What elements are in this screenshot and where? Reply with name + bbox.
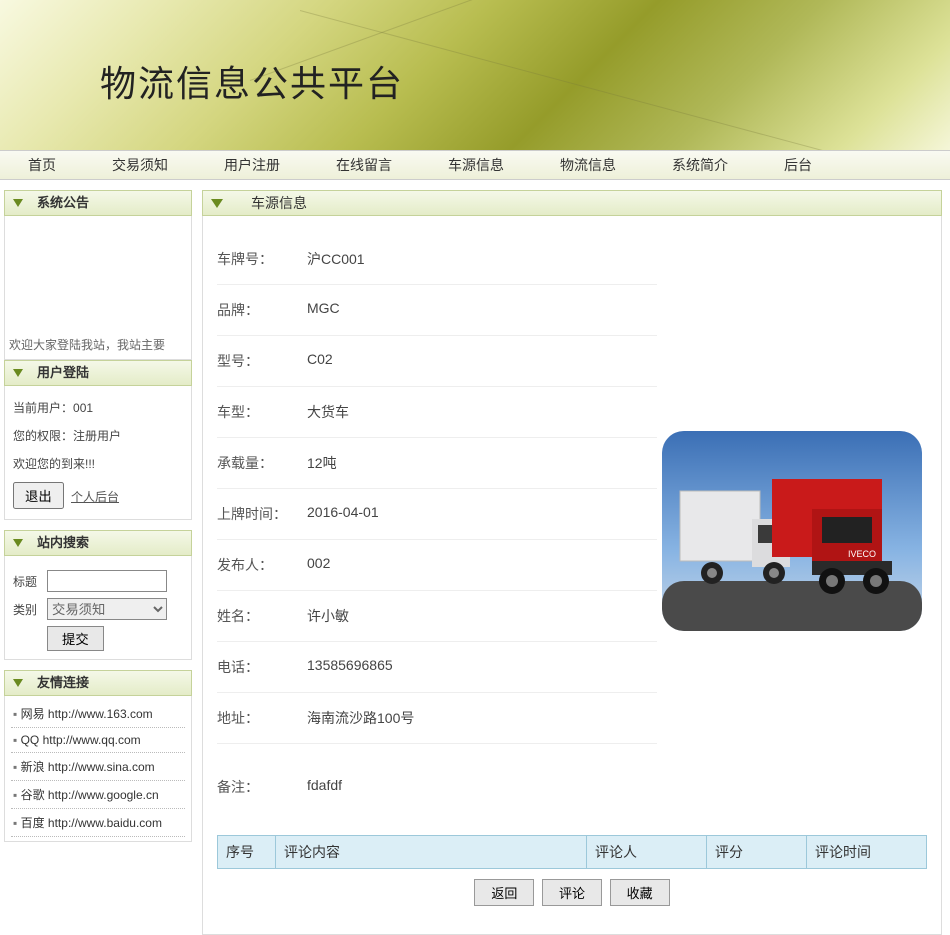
detail-label: 品牌： <box>217 300 307 320</box>
detail-label: 上牌时间： <box>217 504 307 524</box>
friend-link[interactable]: 百度 http://www.baidu.com <box>21 816 162 830</box>
search-submit-button[interactable]: 提交 <box>47 626 104 651</box>
detail-label: 地址： <box>217 708 307 728</box>
role-row: 您的权限：注册用户 <box>13 422 183 450</box>
truck-icon: IVECO <box>662 431 922 631</box>
detail-value: 2016-04-01 <box>307 504 379 524</box>
nav-trade-notes[interactable]: 交易须知 <box>84 155 196 175</box>
search-cat-label: 类别 <box>13 601 47 618</box>
nav-backend[interactable]: 后台 <box>756 155 840 175</box>
search-panel: 标题 类别 交易须知 提交 <box>4 556 192 660</box>
search-cat-select[interactable]: 交易须知 <box>47 598 167 620</box>
detail-value: 海南流沙路100号 <box>307 708 414 728</box>
triangle-down-icon <box>13 369 23 377</box>
triangle-down-icon <box>211 199 223 208</box>
friend-link[interactable]: 谷歌 http://www.google.cn <box>21 788 159 802</box>
search-title-label: 标题 <box>13 573 47 590</box>
login-title: 用户登陆 <box>37 360 89 386</box>
logout-button[interactable]: 退出 <box>13 482 64 509</box>
links-header: 友情连接 <box>4 670 192 696</box>
comments-table: 序号 评论内容 评论人 评分 评论时间 <box>217 835 927 869</box>
panel-title: 车源信息 <box>251 190 307 216</box>
friend-link[interactable]: QQ http://www.qq.com <box>21 733 141 747</box>
detail-label: 电话： <box>217 657 307 677</box>
friend-links-list: 网易 http://www.163.com QQ http://www.qq.c… <box>11 700 185 837</box>
role-value: 注册用户 <box>73 429 121 443</box>
detail-value: 12吨 <box>307 453 337 473</box>
detail-value: C02 <box>307 351 333 371</box>
panel-header: 车源信息 <box>202 190 942 216</box>
detail-label: 发布人： <box>217 555 307 575</box>
detail-label: 车牌号： <box>217 249 307 269</box>
current-user-value: 001 <box>73 401 93 415</box>
search-header: 站内搜索 <box>4 530 192 556</box>
detail-value: 13585696865 <box>307 657 393 677</box>
nav-system-intro[interactable]: 系统简介 <box>644 155 756 175</box>
detail-label: 车型： <box>217 402 307 422</box>
greeting: 欢迎您的到来!!! <box>13 450 183 478</box>
detail-value: 002 <box>307 555 330 575</box>
personal-backend-link[interactable]: 个人后台 <box>71 490 119 504</box>
triangle-down-icon <box>13 679 23 687</box>
detail-value: 沪CC001 <box>307 249 365 269</box>
site-title: 物流信息公共平台 <box>100 55 404 107</box>
nav-home[interactable]: 首页 <box>10 155 84 175</box>
search-title: 站内搜索 <box>37 530 89 556</box>
detail-value: 许小敏 <box>307 606 349 626</box>
col-seq: 序号 <box>218 836 276 869</box>
detail-label: 姓名： <box>217 606 307 626</box>
announce-title: 系统公告 <box>37 190 89 216</box>
col-content: 评论内容 <box>276 836 587 869</box>
col-score: 评分 <box>707 836 807 869</box>
links-title: 友情连接 <box>37 670 89 696</box>
col-time: 评论时间 <box>807 836 927 869</box>
current-user-row: 当前用户：001 <box>13 394 183 422</box>
nav-logistics-info[interactable]: 物流信息 <box>532 155 644 175</box>
back-button[interactable]: 返回 <box>474 879 534 906</box>
col-author: 评论人 <box>587 836 707 869</box>
header-banner: 物流信息公共平台 <box>0 0 950 150</box>
announce-header: 系统公告 <box>4 190 192 216</box>
remark-label: 备注： <box>217 777 307 797</box>
vehicle-detail: 车牌号：沪CC001 品牌：MGC 型号：C02 车型：大货车 承载量：12吨 … <box>217 234 657 827</box>
nav-message[interactable]: 在线留言 <box>308 155 420 175</box>
comment-button[interactable]: 评论 <box>542 879 602 906</box>
detail-value: 大货车 <box>307 402 349 422</box>
detail-label: 承载量： <box>217 453 307 473</box>
friend-link[interactable]: 新浪 http://www.sina.com <box>21 760 155 774</box>
detail-label: 型号： <box>217 351 307 371</box>
detail-value: MGC <box>307 300 340 320</box>
friend-link[interactable]: 网易 http://www.163.com <box>21 707 153 721</box>
remark-value: fdafdf <box>307 777 342 797</box>
svg-text:IVECO: IVECO <box>848 549 876 559</box>
nav-register[interactable]: 用户注册 <box>196 155 308 175</box>
triangle-down-icon <box>13 199 23 207</box>
favorite-button[interactable]: 收藏 <box>610 879 670 906</box>
login-header: 用户登陆 <box>4 360 192 386</box>
triangle-down-icon <box>13 539 23 547</box>
login-panel: 当前用户：001 您的权限：注册用户 欢迎您的到来!!! 退出 个人后台 <box>4 386 192 520</box>
vehicle-photo: IVECO <box>657 234 927 827</box>
top-navigation: 首页 交易须知 用户注册 在线留言 车源信息 物流信息 系统简介 后台 <box>0 150 950 180</box>
nav-vehicle-source[interactable]: 车源信息 <box>420 155 532 175</box>
search-title-input[interactable] <box>47 570 167 592</box>
announce-marquee: 欢迎大家登陆我站，我站主要 <box>5 216 191 359</box>
